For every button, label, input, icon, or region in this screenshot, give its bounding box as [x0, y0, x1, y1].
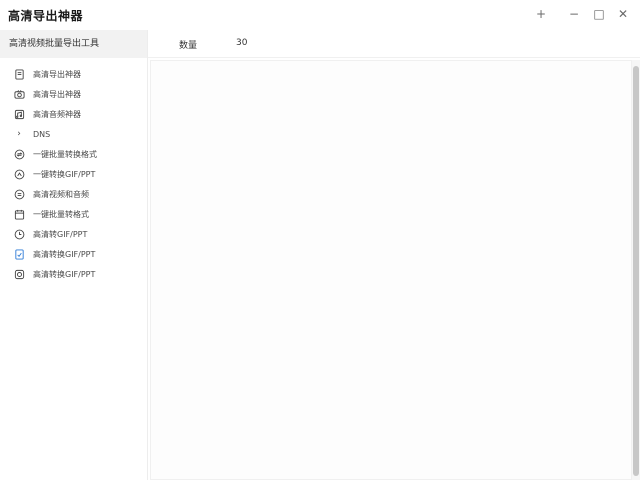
sidebar-item-label: 一键批量转换格式 — [33, 149, 97, 159]
sidebar-item-label: 高清转换GIF/PPT — [33, 269, 96, 279]
sidebar-item[interactable]: › DNS — [0, 124, 147, 144]
top-bar: 数量 30 — [148, 30, 640, 58]
camera-icon — [13, 88, 25, 100]
count-value[interactable]: 30 — [236, 38, 247, 48]
minimize-button[interactable]: − — [563, 4, 585, 24]
sidebar-item-label: 一键批量转格式 — [33, 209, 89, 219]
close-button[interactable]: ✕ — [612, 4, 634, 24]
sidebar-nav: 高清导出神器 高清导出神器 高清音频神器 › DNS 一键批量转换格式 一键转换… — [0, 58, 147, 284]
title-bar: 高清导出神器 + − □ ✕ — [0, 0, 640, 30]
count-label: 数量 — [179, 41, 198, 51]
sidebar-item[interactable]: 高清导出神器 — [0, 64, 147, 84]
sidebar-item-label: 一键转换GIF/PPT — [33, 169, 96, 179]
sidebar-item-label: 高清转GIF/PPT — [33, 229, 88, 239]
file-icon — [13, 248, 25, 260]
sidebar-header: 高清视频批量导出工具 — [0, 30, 147, 58]
sidebar-item-label: 高清导出神器 — [33, 69, 81, 79]
content-area[interactable] — [150, 60, 632, 480]
document-icon — [13, 68, 25, 80]
sidebar: 高清视频批量导出工具 高清导出神器 高清导出神器 高清音频神器 › DNS 一键… — [0, 30, 148, 480]
sidebar-item[interactable]: 一键批量转换格式 — [0, 144, 147, 164]
pin-button[interactable]: + — [530, 4, 552, 24]
gif-icon — [13, 168, 25, 180]
sidebar-item-label: 高清导出神器 — [33, 89, 81, 99]
sidebar-item[interactable]: 高清音频神器 — [0, 104, 147, 124]
sidebar-item-label: DNS — [33, 129, 51, 139]
calendar-icon — [13, 208, 25, 220]
media-icon — [13, 188, 25, 200]
sidebar-item[interactable]: 一键批量转格式 — [0, 204, 147, 224]
scrollbar-thumb[interactable] — [633, 66, 639, 476]
sidebar-item-label: 高清音频神器 — [33, 109, 81, 119]
image-icon — [13, 268, 25, 280]
sidebar-item-label: 高清转换GIF/PPT — [33, 249, 96, 259]
maximize-button[interactable]: □ — [588, 4, 610, 24]
sidebar-item[interactable]: 高清转换GIF/PPT — [0, 244, 147, 264]
app-title: 高清导出神器 — [8, 9, 84, 23]
sidebar-item[interactable]: 一键转换GIF/PPT — [0, 164, 147, 184]
vertical-scrollbar[interactable] — [632, 60, 640, 480]
sidebar-item[interactable]: 高清导出神器 — [0, 84, 147, 104]
audio-icon — [13, 108, 25, 120]
chevron-right-icon: › — [17, 129, 21, 139]
sidebar-item[interactable]: 高清视频和音频 — [0, 184, 147, 204]
sidebar-item[interactable]: 高清转换GIF/PPT — [0, 264, 147, 284]
clock-icon — [13, 228, 25, 240]
convert-icon — [13, 148, 25, 160]
sidebar-item-label: 高清视频和音频 — [33, 189, 89, 199]
sidebar-item[interactable]: 高清转GIF/PPT — [0, 224, 147, 244]
